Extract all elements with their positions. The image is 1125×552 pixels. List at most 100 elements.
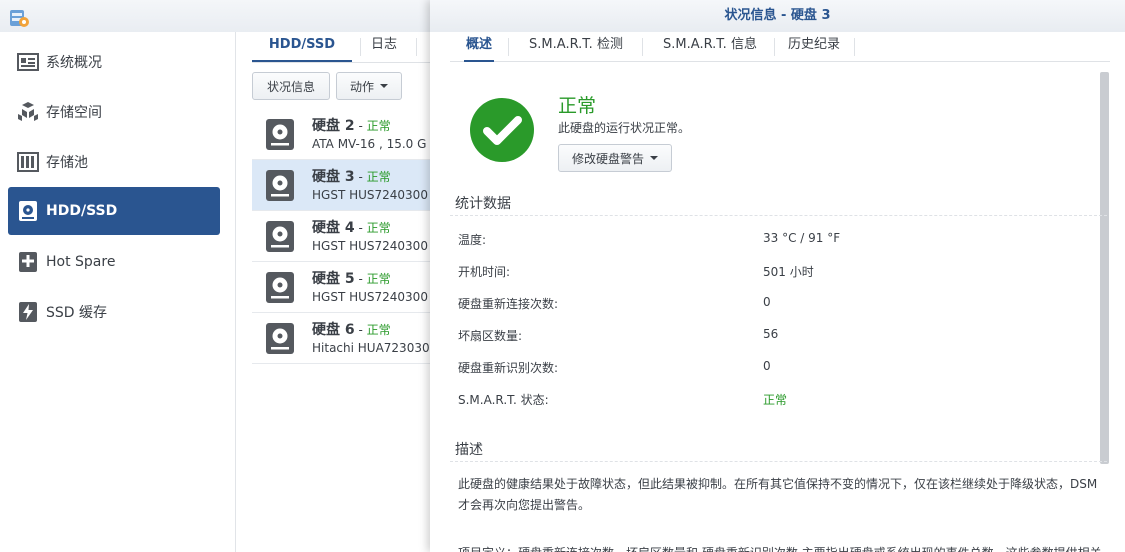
hot-spare-icon — [17, 251, 39, 273]
disk-row-4[interactable]: 硬盘 4 - 正常 HGST HUS7240300 — [252, 211, 452, 262]
main-tabbar: HDD/SSD 日志 — [252, 32, 452, 62]
sidebar-item-hot-spare[interactable]: Hot Spare — [8, 238, 220, 286]
health-status-description: 此硬盘的运行状况正常。 — [558, 121, 691, 135]
tab-divider — [854, 38, 855, 56]
scrollbar[interactable] — [1100, 72, 1109, 464]
disk-model: HGST HUS7240300 — [312, 188, 428, 202]
description-section-title: 描述 — [455, 442, 483, 458]
tab-log[interactable]: 日志 — [368, 32, 400, 62]
hdd-icon — [17, 200, 39, 222]
modify-disk-alert-label: 修改硬盘警告 — [571, 151, 644, 166]
tab-smart-info[interactable]: S.M.A.R.T. 信息 — [654, 32, 766, 62]
sidebar-item-label: HDD/SSD — [46, 203, 118, 219]
disk-name: 硬盘 6 — [312, 322, 355, 338]
description-text: 此硬盘的健康结果处于故障状态，但此结果被抑制。在所有其它值保持不变的情况下，仅在… — [458, 477, 1098, 512]
ssd-cache-icon — [17, 301, 39, 323]
disk-model: HGST HUS7240300 — [312, 290, 428, 304]
disk-status: 正常 — [366, 119, 391, 133]
tab-smart-test[interactable]: S.M.A.R.T. 检测 — [520, 32, 632, 62]
disk-row-3[interactable]: 硬盘 3 - 正常 HGST HUS7240300 — [252, 160, 452, 211]
stat-label-reconnect-count: 硬盘重新连接次数: — [458, 297, 559, 311]
disk-model: Hitachi HUA723030 — [312, 341, 430, 355]
stat-value-temperature: 33 °C / 91 °F — [763, 231, 841, 245]
disk-name-line: 硬盘 6 - 正常 — [312, 319, 391, 339]
tab-overview[interactable]: 概述 — [464, 32, 494, 62]
check-circle-icon — [470, 98, 534, 162]
disk-name-line: 硬盘 2 - 正常 — [312, 115, 391, 135]
sidebar: 系统概况 存储空间 存储池 HDD/SSD Hot Spare SSD 缓存 — [0, 36, 228, 552]
stat-value-power-on-time: 501 小时 — [763, 265, 814, 279]
stat-value-bad-sector-count: 56 — [763, 327, 779, 341]
description-text-truncated: 项目定义：硬盘重新连接次数、坏扇区数量和 硬盘重新识别次数 主要指出硬盘或系统出… — [458, 543, 1103, 552]
tab-divider — [774, 38, 775, 56]
sidebar-item-label: Hot Spare — [46, 254, 116, 270]
action-button[interactable]: 动作 — [336, 72, 402, 100]
hdd-icon — [266, 221, 294, 252]
disk-name-line: 硬盘 4 - 正常 — [312, 217, 391, 237]
dash-separator: - — [354, 119, 367, 133]
tab-divider — [642, 38, 643, 56]
stat-label-power-on-time: 开机时间: — [458, 265, 511, 279]
chevron-down-icon — [380, 84, 388, 88]
stat-value-reidentify-count: 0 — [763, 359, 771, 373]
stats-section-title: 统计数据 — [455, 196, 511, 212]
dash-separator: - — [354, 272, 367, 286]
storage-pool-icon — [17, 151, 39, 173]
sidebar-item-hdd-ssd[interactable]: HDD/SSD — [8, 187, 220, 235]
sidebar-item-label: SSD 缓存 — [46, 305, 108, 321]
stat-value-smart-status: 正常 — [763, 393, 788, 407]
sidebar-item-label: 存储空间 — [46, 105, 102, 121]
chevron-down-icon — [650, 156, 658, 160]
section-divider — [450, 461, 1107, 462]
sidebar-divider — [235, 32, 236, 552]
tab-hdd-ssd[interactable]: HDD/SSD — [252, 32, 352, 62]
disk-name: 硬盘 4 — [312, 220, 355, 236]
dash-separator: - — [354, 170, 367, 184]
status-info-dialog: 状况信息 - 硬盘 3 概述 S.M.A.R.T. 检测 S.M.A.R.T. … — [430, 0, 1125, 552]
sidebar-item-ssd-cache[interactable]: SSD 缓存 — [8, 288, 220, 336]
disk-model: ATA MV-16 , 15.0 G — [312, 137, 427, 151]
disk-status: 正常 — [366, 323, 391, 337]
sidebar-item-overview[interactable]: 系统概况 — [8, 38, 220, 86]
tab-history[interactable]: 历史纪录 — [786, 32, 842, 62]
status-info-label: 状况信息 — [266, 79, 315, 94]
stat-label-bad-sector-count: 坏扇区数量: — [458, 329, 523, 343]
disk-row-5[interactable]: 硬盘 5 - 正常 HGST HUS7240300 — [252, 262, 452, 313]
dialog-title: 状况信息 - 硬盘 3 — [430, 0, 1125, 32]
dash-separator: - — [354, 323, 367, 337]
hdd-icon — [266, 272, 294, 303]
disk-name: 硬盘 5 — [312, 271, 355, 287]
tab-divider — [360, 38, 361, 56]
dialog-tabbar: 概述 S.M.A.R.T. 检测 S.M.A.R.T. 信息 历史纪录 — [450, 32, 1110, 62]
status-info-button[interactable]: 状况信息 — [252, 72, 330, 100]
tabbar-underline — [252, 62, 452, 63]
disk-status: 正常 — [366, 221, 391, 235]
health-status-title: 正常 — [558, 95, 597, 117]
disk-model: HGST HUS7240300 — [312, 239, 428, 253]
sidebar-item-label: 系统概况 — [46, 55, 102, 71]
storage-manager-icon — [10, 10, 29, 27]
disk-row-6[interactable]: 硬盘 6 - 正常 Hitachi HUA723030 — [252, 313, 452, 364]
overview-icon — [17, 51, 39, 73]
disk-name-line: 硬盘 5 - 正常 — [312, 268, 391, 288]
sidebar-item-label: 存储池 — [46, 155, 88, 171]
disk-status: 正常 — [366, 272, 391, 286]
hdd-icon — [266, 323, 294, 354]
stat-label-reidentify-count: 硬盘重新识别次数: — [458, 361, 559, 375]
action-label: 动作 — [349, 79, 374, 94]
sidebar-item-storage-pool[interactable]: 存储池 — [8, 138, 220, 186]
disk-name-line: 硬盘 3 - 正常 — [312, 166, 391, 186]
disk-status: 正常 — [366, 170, 391, 184]
stat-label-temperature: 温度: — [458, 233, 487, 247]
disk-row-2[interactable]: 硬盘 2 - 正常 ATA MV-16 , 15.0 G — [252, 109, 452, 160]
disk-name: 硬盘 2 — [312, 118, 355, 134]
hdd-icon — [266, 119, 294, 150]
disk-name: 硬盘 3 — [312, 169, 355, 185]
stat-value-reconnect-count: 0 — [763, 295, 771, 309]
sidebar-item-volume[interactable]: 存储空间 — [8, 88, 220, 136]
modify-disk-alert-button[interactable]: 修改硬盘警告 — [558, 144, 672, 172]
hdd-icon — [266, 170, 294, 201]
stat-label-smart-status: S.M.A.R.T. 状态: — [458, 393, 549, 407]
tab-divider — [508, 38, 509, 56]
tab-divider — [416, 38, 417, 56]
